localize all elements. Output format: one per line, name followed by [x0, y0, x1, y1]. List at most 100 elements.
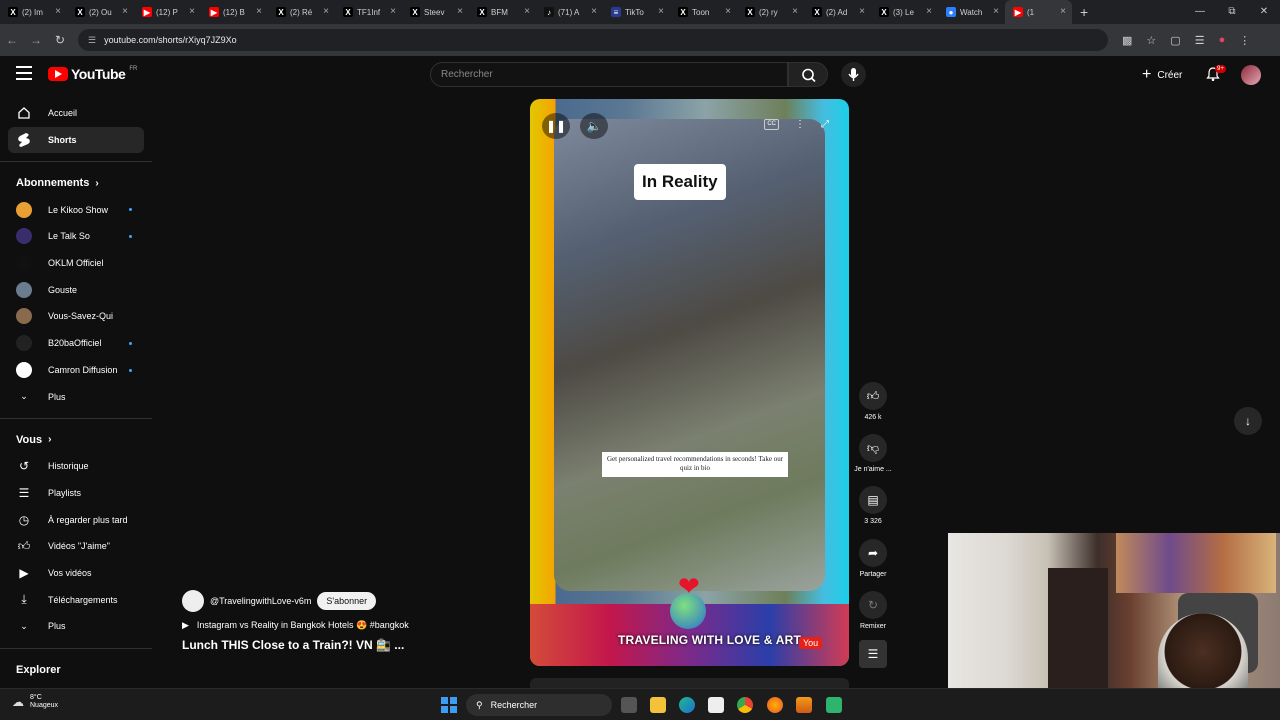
shorts-video-player[interactable]: In Reality Get personalized travel recom… — [530, 99, 849, 666]
browser-tab[interactable]: X (2) Ou × — [67, 0, 134, 24]
account-avatar[interactable] — [1241, 65, 1261, 85]
explore-header[interactable]: Explorer — [0, 657, 154, 683]
close-tab-icon[interactable]: × — [122, 6, 128, 17]
browser-tab[interactable]: X (2) Ad × — [804, 0, 871, 24]
maximize-button[interactable]: ⧉ — [1216, 0, 1248, 24]
you-item[interactable]: ↺ Historique — [0, 453, 154, 480]
dislike-button[interactable]: 👎︎ Je n'aime ... — [854, 434, 892, 473]
browser-tab[interactable]: ● Watch × — [938, 0, 1005, 24]
file-explorer-icon[interactable] — [650, 697, 666, 713]
next-short-preview[interactable] — [530, 678, 849, 688]
volume-button[interactable]: 🔈 — [580, 113, 608, 139]
share-button[interactable]: ➦ Partager — [854, 539, 892, 578]
close-tab-icon[interactable]: × — [323, 6, 329, 17]
close-tab-icon[interactable]: × — [926, 6, 932, 17]
subscribe-button[interactable]: S'abonner — [317, 592, 377, 610]
site-info-icon[interactable]: ☰ — [88, 35, 96, 46]
vlc-icon[interactable] — [796, 697, 812, 713]
new-tab-button[interactable]: + — [1080, 4, 1088, 20]
you-item[interactable]: 👍︎ Vidéos "J'aime" — [0, 533, 154, 560]
close-tab-icon[interactable]: × — [1060, 6, 1066, 17]
close-window-button[interactable]: ✕ — [1248, 0, 1280, 24]
edge-icon[interactable] — [679, 697, 695, 713]
more-options-icon[interactable]: ⋮ — [795, 119, 805, 130]
profile-icon[interactable]: ● — [1219, 34, 1226, 47]
sidebar-item-accueil[interactable]: Accueil — [0, 100, 154, 127]
browser-tab[interactable]: X (2) ry × — [737, 0, 804, 24]
subscription-item[interactable]: Gouste — [0, 276, 154, 303]
subscription-item[interactable]: Vous-Savez-Qui — [0, 303, 154, 330]
close-tab-icon[interactable]: × — [591, 6, 597, 17]
install-app-icon[interactable]: ▩ — [1122, 34, 1132, 47]
back-button[interactable]: ← — [0, 33, 24, 47]
close-tab-icon[interactable]: × — [55, 6, 61, 17]
subscription-item[interactable]: Le Talk So — [0, 223, 154, 250]
fullscreen-icon[interactable]: ⤢ — [821, 119, 829, 130]
subscriptions-header[interactable]: Abonnements › — [0, 170, 154, 196]
taskbar-search[interactable]: ⚲ Rechercher — [466, 694, 612, 716]
you-item[interactable]: ⤓ Téléchargements — [0, 586, 154, 613]
browser-tab[interactable]: ▶ (12) B × — [201, 0, 268, 24]
bookmark-star-icon[interactable]: ☆ — [1146, 34, 1156, 47]
extensions-icon[interactable]: ▢ — [1170, 34, 1180, 47]
like-button[interactable]: 👍︎ 426 k — [859, 382, 887, 421]
app-icon[interactable] — [826, 697, 842, 713]
close-tab-icon[interactable]: × — [457, 6, 463, 17]
you-item[interactable]: ☰ Playlists — [0, 480, 154, 507]
browser-tab[interactable]: X Steev × — [402, 0, 469, 24]
close-tab-icon[interactable]: × — [859, 6, 865, 17]
create-button[interactable]: + Créer — [1142, 66, 1182, 84]
close-tab-icon[interactable]: × — [658, 6, 664, 17]
channel-avatar[interactable] — [182, 590, 204, 612]
browser-tab[interactable]: ▶ (12) P × — [134, 0, 201, 24]
browser-tab[interactable]: X (2) Im × — [0, 0, 67, 24]
related-video-link[interactable]: ▶ Instagram vs Reality in Bangkok Hotels… — [182, 620, 409, 631]
remix-button[interactable]: ↻ Remixer — [854, 591, 892, 630]
task-view-icon[interactable] — [621, 697, 637, 713]
subscription-item[interactable]: Camron Diffusion — [0, 357, 154, 384]
kebab-menu-icon[interactable]: ⋮ — [1239, 34, 1250, 47]
reload-button[interactable]: ↻ — [48, 33, 72, 47]
windows-start-icon[interactable] — [441, 697, 457, 713]
browser-tab[interactable]: X (3) Le × — [871, 0, 938, 24]
subscriptions-more[interactable]: ⌄ Plus — [0, 383, 154, 410]
close-tab-icon[interactable]: × — [524, 6, 530, 17]
browser-tab[interactable]: X (2) Ré × — [268, 0, 335, 24]
sidebar-item-shorts[interactable]: Shorts — [8, 126, 144, 154]
close-tab-icon[interactable]: × — [993, 6, 999, 17]
you-more[interactable]: ⌄ Plus — [0, 613, 154, 640]
browser-tab[interactable]: X BFM × — [469, 0, 536, 24]
weather-widget[interactable]: ☁ 8°C Nuageux — [12, 694, 58, 711]
next-short-button[interactable]: ↓ — [1234, 407, 1262, 435]
subscription-item[interactable]: B20baOfficiel — [0, 330, 154, 357]
you-item[interactable]: ▶ Vos vidéos — [0, 560, 154, 587]
voice-search-button[interactable] — [841, 62, 866, 87]
closed-captions-icon[interactable]: CC — [764, 119, 779, 130]
sound-button[interactable]: ☰ — [859, 640, 887, 672]
minimize-button[interactable]: — — [1184, 0, 1216, 24]
hamburger-menu-icon[interactable] — [16, 66, 32, 80]
subscription-item[interactable]: Le Kikoo Show — [0, 196, 154, 223]
youtube-logo[interactable]: YouTube FR — [48, 66, 137, 82]
browser-tab[interactable]: ≡ TikTo × — [603, 0, 670, 24]
firefox-icon[interactable] — [767, 697, 783, 713]
chrome-icon[interactable] — [737, 697, 753, 713]
close-tab-icon[interactable]: × — [792, 6, 798, 17]
media-control-icon[interactable]: ☰ — [1195, 34, 1205, 47]
browser-tab[interactable]: X TF1Inf × — [335, 0, 402, 24]
search-input[interactable]: Rechercher — [430, 62, 788, 87]
comments-button[interactable]: ▤ 3 326 — [859, 486, 887, 525]
channel-name[interactable]: @TravelingwithLove-v6m — [210, 596, 311, 606]
store-icon[interactable] — [708, 697, 724, 713]
subscription-item[interactable]: OKLM Officiel — [0, 250, 154, 277]
close-tab-icon[interactable]: × — [725, 6, 731, 17]
you-header[interactable]: Vous › — [0, 427, 154, 453]
pause-button[interactable]: ❚❚ — [542, 113, 570, 139]
you-item[interactable]: ◷ À regarder plus tard — [0, 506, 154, 533]
browser-tab[interactable]: ♪ (71) A × — [536, 0, 603, 24]
browser-tab[interactable]: X Toon × — [670, 0, 737, 24]
forward-button[interactable]: → — [24, 33, 48, 47]
search-button[interactable] — [788, 62, 828, 87]
close-tab-icon[interactable]: × — [390, 6, 396, 17]
close-tab-icon[interactable]: × — [189, 6, 195, 17]
